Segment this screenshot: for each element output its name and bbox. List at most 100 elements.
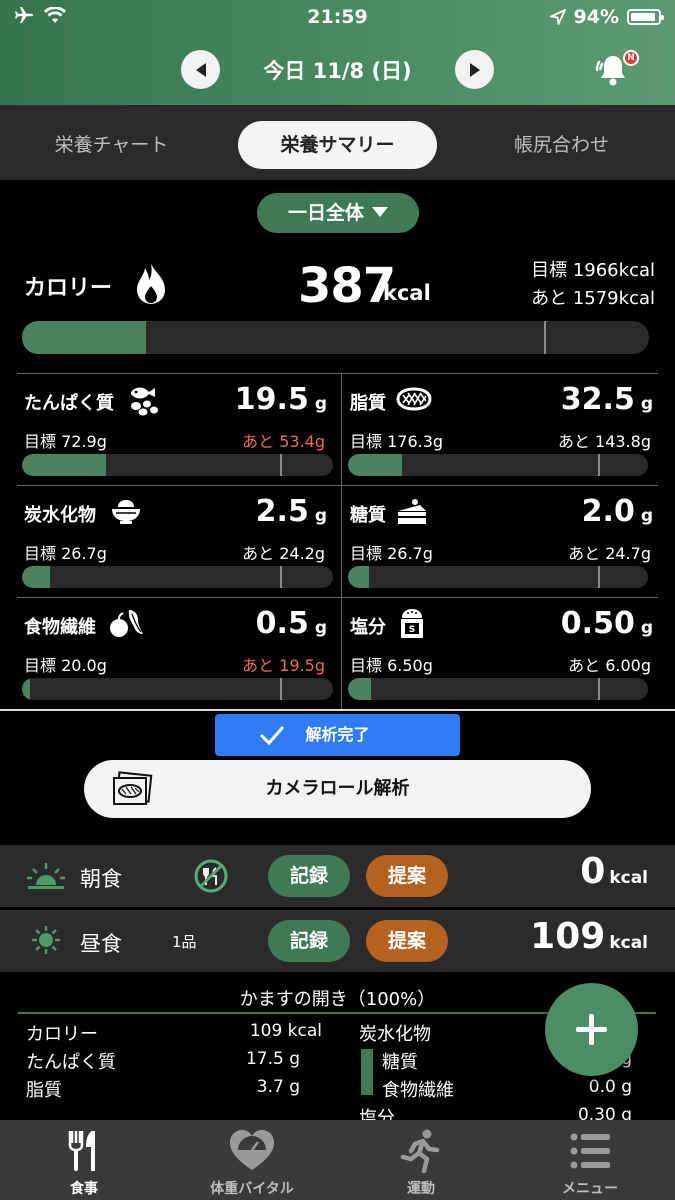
tab-label: 運動 — [407, 1181, 435, 1197]
tab-nutrition-summary[interactable]: 栄養サマリー — [238, 121, 437, 169]
calorie-value: 387 — [298, 258, 396, 314]
tab-weight-vitals[interactable]: 体重バイタル — [168, 1120, 336, 1200]
nutrient-remaining: あと 24.7g — [568, 544, 651, 563]
nutrient-progress-bar — [22, 566, 333, 588]
nutrient-value: 2.0 g — [581, 494, 653, 529]
nutrient-name: 塩分 — [350, 617, 386, 638]
nutrient-value: 2.5 g — [255, 494, 327, 529]
suggest-button[interactable]: 提案 — [366, 920, 448, 962]
nutrient-progress-fill — [348, 454, 402, 476]
calorie-remaining: あと 1579kcal — [531, 288, 655, 309]
salt-icon: S — [401, 609, 423, 638]
food-nutrient-value: 3.7 g — [256, 1077, 300, 1097]
meal-item-count: 1品 — [172, 933, 197, 951]
tab-meals[interactable]: 食事 — [0, 1120, 168, 1200]
nutrient-remaining: あと 53.4g — [242, 432, 325, 451]
nutrient-target: 目標 176.3g — [350, 432, 444, 451]
battery-icon — [627, 9, 664, 25]
nutrient-cell-protein: たんぱく質 19.5 g 目標 72.9g あと 53.4g — [17, 374, 337, 486]
sub-nutrient-bar — [361, 1049, 373, 1095]
nutrient-name: 脂質 — [350, 393, 386, 414]
nutrient-progress-bar — [22, 454, 333, 476]
add-fab-button[interactable] — [545, 983, 638, 1076]
next-day-button[interactable] — [455, 50, 494, 89]
food-nutrient-label: 糖質 — [382, 1052, 418, 1073]
scope-dropdown-label: 一日全体 — [287, 202, 364, 224]
meal-name: 朝食 — [80, 867, 122, 891]
nutrient-name: 糖質 — [350, 505, 386, 526]
meal-row-breakfast[interactable]: 朝食 記録 提案 0 kcal — [0, 845, 675, 907]
meal-kcal: 109 kcal — [530, 916, 648, 957]
nutrient-remaining: あと 19.5g — [242, 656, 325, 675]
nutrient-value: 0.50 g — [560, 606, 653, 641]
nutrient-remaining: あと 143.8g — [557, 432, 651, 451]
header: 21:59 94% 今日 11/8 (日) N — [0, 0, 675, 105]
analysis-complete-button[interactable]: 解析完了 — [215, 714, 460, 756]
target-marker — [280, 566, 282, 588]
nutrient-name: たんぱく質 — [24, 393, 114, 414]
nutrient-progress-bar — [348, 566, 648, 588]
nutrient-target: 目標 20.0g — [24, 656, 107, 675]
tab-label: 食事 — [70, 1181, 98, 1197]
chevron-right-icon — [469, 62, 480, 77]
nutrient-value: 19.5 g — [234, 382, 327, 417]
tab-menu[interactable]: メニュー — [506, 1120, 674, 1200]
svg-text:S: S — [409, 625, 415, 635]
nutrient-value: 0.5 g — [255, 606, 327, 641]
photo-food-icon — [113, 771, 153, 805]
notification-button[interactable]: N — [593, 50, 639, 90]
nutrient-name: 食物繊維 — [24, 617, 96, 638]
analysis-complete-label: 解析完了 — [305, 725, 370, 744]
nutrient-cell-fat: 脂質 32.5 g 目標 176.3g あと 143.8g — [343, 374, 663, 486]
nutrient-value: 32.5 g — [560, 382, 653, 417]
vegetable-icon — [110, 610, 143, 637]
target-marker — [598, 678, 600, 700]
tab-exercise[interactable]: 運動 — [337, 1120, 505, 1200]
nutrient-progress-fill — [22, 678, 30, 700]
nutrient-progress-bar — [22, 678, 333, 700]
food-nutrient-label: 炭水化物 — [359, 1024, 431, 1045]
food-nutrient-label: カロリー — [26, 1024, 98, 1045]
view-tabs: 栄養チャート 栄養サマリー 帳尻合わせ — [0, 105, 675, 180]
nutrient-progress-bar — [348, 678, 648, 700]
nutrient-progress-fill — [348, 678, 372, 700]
menu-list-icon — [570, 1133, 610, 1169]
location-arrow-icon — [549, 9, 566, 25]
meal-kcal: 0 kcal — [580, 851, 648, 892]
record-button[interactable]: 記録 — [268, 855, 350, 897]
tab-balance-adjust[interactable]: 帳尻合わせ — [470, 121, 653, 169]
calorie-label: カロリー — [24, 276, 113, 301]
status-bar: 21:59 94% — [0, 6, 675, 30]
nutrient-target: 目標 6.50g — [350, 656, 433, 675]
camera-roll-analysis-label: カメラロール解析 — [265, 778, 410, 799]
meal-row-lunch[interactable]: 昼食 1品 記録 提案 109 kcal — [0, 910, 675, 972]
sunrise-icon — [27, 863, 65, 889]
battery-percent: 94% — [573, 6, 619, 28]
nutrient-cell-fiber: 食物繊維 0.5 g 目標 20.0g あと 19.5g — [17, 598, 337, 710]
nutrient-remaining: あと 6.00g — [568, 656, 651, 675]
no-eating-icon[interactable] — [194, 859, 228, 893]
cake-icon — [398, 499, 426, 524]
meal-name: 昼食 — [80, 932, 122, 956]
target-marker — [598, 566, 600, 588]
sun-icon — [32, 926, 60, 954]
grid-divider-vertical — [341, 373, 342, 709]
suggest-button[interactable]: 提案 — [366, 855, 448, 897]
scope-dropdown[interactable]: 一日全体 — [257, 193, 419, 233]
record-button[interactable]: 記録 — [268, 920, 350, 962]
food-nutrient-value: 17.5 g — [245, 1049, 300, 1069]
nutrient-cell-salt: 塩分 S 0.50 g 目標 6.50g あと 6.00g — [343, 598, 663, 710]
date-title[interactable]: 今日 11/8 (日) — [0, 55, 675, 85]
tab-nutrition-chart[interactable]: 栄養チャート — [20, 121, 203, 169]
tab-label: メニュー — [562, 1181, 618, 1197]
nutrient-name: 炭水化物 — [24, 505, 96, 526]
tab-label: 体重バイタル — [210, 1181, 294, 1197]
caret-down-icon — [372, 207, 388, 217]
running-icon — [400, 1129, 440, 1174]
target-marker — [280, 678, 282, 700]
calorie-target-marker — [544, 321, 546, 354]
fat-icon — [396, 387, 432, 411]
calorie-unit: kcal — [383, 281, 431, 305]
fish-beans-icon — [131, 387, 158, 416]
camera-roll-analysis-button[interactable]: カメラロール解析 — [84, 760, 591, 818]
